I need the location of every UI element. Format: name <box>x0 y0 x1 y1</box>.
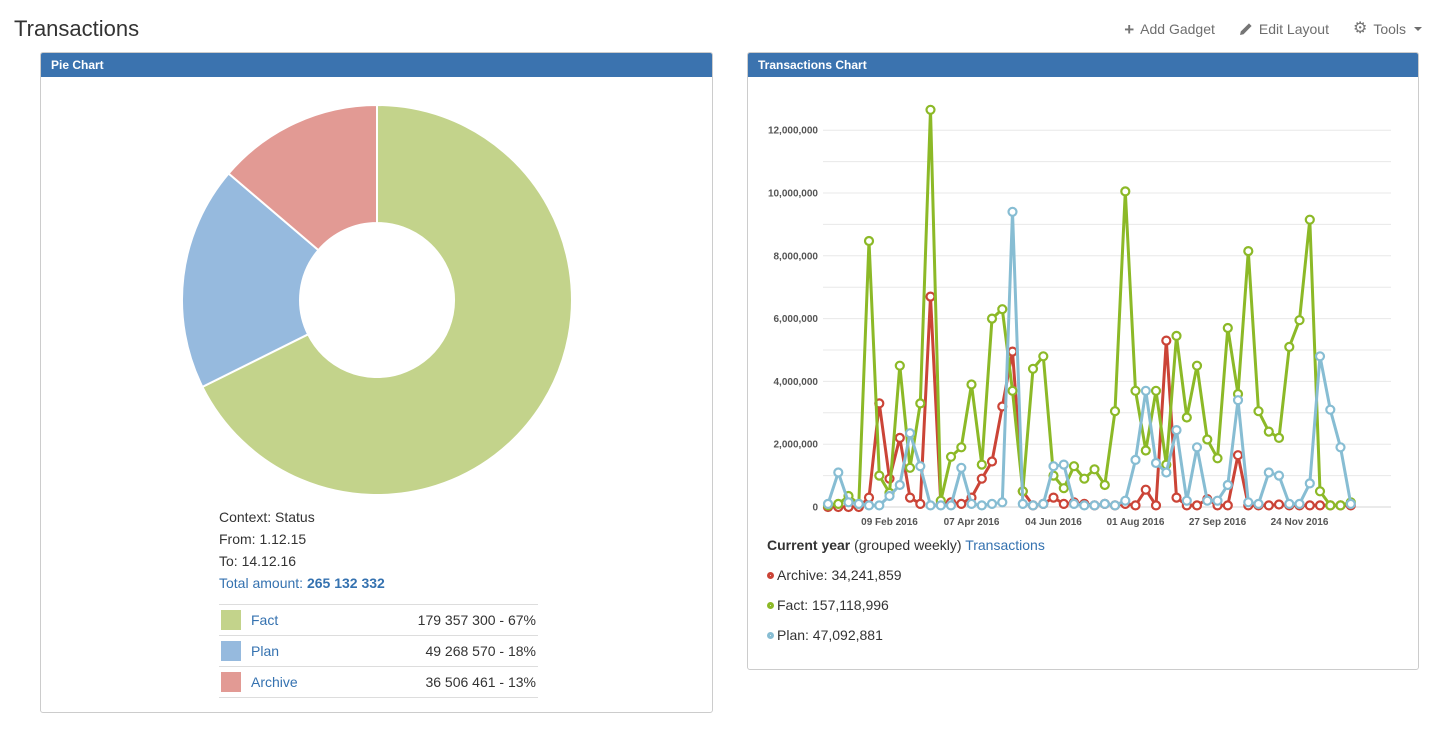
archive-value: 36 506 461 - 13% <box>334 667 538 698</box>
svg-text:4,000,000: 4,000,000 <box>774 377 819 388</box>
plan-ring-icon <box>767 632 774 639</box>
pie-to-line: To: 14.12.16 <box>219 550 712 572</box>
transactions-gadget-header[interactable]: Transactions Chart <box>748 53 1418 77</box>
pie-context-line: Context: Status <box>219 506 712 528</box>
legend-fact-text: Fact: 157,118,996 <box>777 597 889 613</box>
plan-swatch <box>221 641 241 661</box>
archive-ring-icon <box>767 572 774 579</box>
plan-value: 49 268 570 - 18% <box>334 636 538 667</box>
edit-layout-label: Edit Layout <box>1259 21 1329 37</box>
transactions-chart-gadget: Transactions Chart 0 2,000,000 4,000,000 6,… <box>747 52 1419 670</box>
archive-swatch <box>221 672 241 692</box>
archive-link[interactable]: Archive <box>251 674 298 690</box>
legend-item-plan: Plan: 47,092,881 <box>767 627 1418 643</box>
plus-icon: + <box>1124 21 1134 38</box>
legend-archive-text: Archive: 34,241,859 <box>777 567 902 583</box>
pie-total-value: 265 132 332 <box>307 575 385 591</box>
svg-text:09 Feb 2016: 09 Feb 2016 <box>861 517 918 528</box>
legend-item-fact: Fact: 157,118,996 <box>767 597 1418 613</box>
svg-text:01 Aug 2016: 01 Aug 2016 <box>1107 517 1165 528</box>
series-plan <box>824 208 1355 510</box>
add-gadget-label: Add Gadget <box>1140 21 1215 37</box>
gear-icon: ⚙ <box>1353 21 1367 37</box>
page-header: Transactions + Add Gadget Edit Layout ⚙ … <box>0 0 1438 52</box>
pencil-icon <box>1239 22 1253 36</box>
svg-text:6,000,000: 6,000,000 <box>774 314 819 325</box>
line-chart[interactable]: 0 2,000,000 4,000,000 6,000,000 8,000,000 10,… <box>748 77 1418 537</box>
fact-link[interactable]: Fact <box>251 612 278 628</box>
pie-gadget-body: Context: Status From: 1.12.15 To: 14.12.… <box>41 100 712 698</box>
chart-legend-title: Current year (grouped weekly) Transactio… <box>767 537 1418 553</box>
legend-item-archive: Archive: 34,241,859 <box>767 567 1418 583</box>
chart-legend: Current year (grouped weekly) Transactio… <box>748 537 1418 669</box>
table-row: Archive 36 506 461 - 13% <box>219 667 538 698</box>
svg-text:07 Apr 2016: 07 Apr 2016 <box>944 517 1000 528</box>
svg-text:2,000,000: 2,000,000 <box>774 440 819 451</box>
svg-text:24 Nov 2016: 24 Nov 2016 <box>1271 517 1329 528</box>
dashboard: Pie Chart Context: Status From: 1.12.15 … <box>0 52 1438 713</box>
tools-label: Tools <box>1373 21 1406 37</box>
edit-layout-button[interactable]: Edit Layout <box>1239 21 1329 37</box>
pie-chart-gadget: Pie Chart Context: Status From: 1.12.15 … <box>40 52 713 713</box>
pie-from-line: From: 1.12.15 <box>219 528 712 550</box>
table-row: Plan 49 268 570 - 18% <box>219 636 538 667</box>
pie-gadget-header[interactable]: Pie Chart <box>41 53 712 77</box>
pie-legend-table: Fact 179 357 300 - 67% Plan 49 268 570 -… <box>219 604 538 698</box>
transactions-link[interactable]: Transactions <box>965 537 1045 553</box>
table-row: Fact 179 357 300 - 67% <box>219 605 538 636</box>
chevron-down-icon <box>1414 27 1422 31</box>
svg-text:0: 0 <box>812 503 818 514</box>
fact-swatch <box>221 610 241 630</box>
fact-ring-icon <box>767 602 774 609</box>
svg-text:04 Jun 2016: 04 Jun 2016 <box>1025 517 1082 528</box>
plan-link[interactable]: Plan <box>251 643 279 659</box>
page-title: Transactions <box>14 16 139 42</box>
add-gadget-button[interactable]: + Add Gadget <box>1124 21 1215 38</box>
fact-value: 179 357 300 - 67% <box>334 605 538 636</box>
y-axis-labels: 0 2,000,000 4,000,000 6,000,000 8,000,000 10,… <box>768 126 819 514</box>
legend-plan-text: Plan: 47,092,881 <box>777 627 883 643</box>
svg-text:12,000,000: 12,000,000 <box>768 126 818 137</box>
pie-total-line: Total amount: 265 132 332 <box>219 572 712 594</box>
legend-title-text: Current year <box>767 537 850 553</box>
legend-subtitle-text: (grouped weekly) <box>854 537 961 553</box>
tools-button[interactable]: ⚙ Tools <box>1353 21 1422 37</box>
svg-text:10,000,000: 10,000,000 <box>768 189 818 200</box>
transactions-gadget-body: 0 2,000,000 4,000,000 6,000,000 8,000,000 10,… <box>748 77 1418 669</box>
svg-text:27 Sep 2016: 27 Sep 2016 <box>1189 517 1247 528</box>
series-fact <box>824 106 1355 510</box>
svg-text:8,000,000: 8,000,000 <box>774 251 819 262</box>
pie-meta: Context: Status From: 1.12.15 To: 14.12.… <box>219 506 712 594</box>
donut-chart[interactable] <box>177 100 577 500</box>
pie-total-label: Total amount: <box>219 575 303 591</box>
x-axis-labels: 09 Feb 2016 07 Apr 2016 04 Jun 2016 01 Aug … <box>861 517 1329 528</box>
header-actions: + Add Gadget Edit Layout ⚙ Tools <box>1100 21 1422 38</box>
